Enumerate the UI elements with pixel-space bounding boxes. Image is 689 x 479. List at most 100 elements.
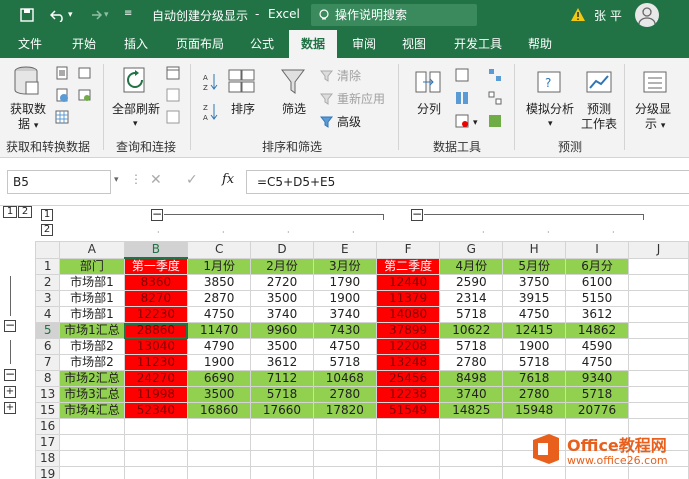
enter-icon[interactable]: ✓ bbox=[186, 172, 198, 188]
outline-level-2-button[interactable]: 2 bbox=[41, 224, 53, 236]
cell[interactable]: 3740 bbox=[439, 386, 504, 403]
cell[interactable]: 4790 bbox=[187, 338, 252, 355]
consolidate-icon[interactable] bbox=[488, 68, 502, 82]
cell[interactable]: 15948 bbox=[502, 402, 567, 419]
row-header[interactable]: 3 bbox=[34, 290, 61, 307]
cell[interactable]: 3740 bbox=[250, 306, 314, 323]
queries-icon[interactable] bbox=[166, 66, 180, 80]
tab-formulas[interactable]: 公式 bbox=[240, 30, 284, 58]
tab-data[interactable]: 数据 bbox=[289, 30, 337, 58]
cell[interactable]: 2780 bbox=[502, 386, 567, 403]
advanced-button[interactable]: 高级 bbox=[337, 115, 361, 129]
cell[interactable] bbox=[187, 450, 252, 467]
cell[interactable]: 37899 bbox=[375, 322, 441, 339]
cell[interactable] bbox=[187, 418, 252, 435]
search-input[interactable]: 操作说明搜索 bbox=[311, 4, 477, 26]
cell[interactable]: 12440 bbox=[375, 274, 441, 291]
cell[interactable]: 5150 bbox=[565, 290, 629, 307]
cell[interactable]: 2780 bbox=[312, 386, 377, 403]
cell[interactable] bbox=[627, 274, 689, 291]
cell[interactable] bbox=[59, 466, 125, 479]
row-header[interactable]: 1 bbox=[34, 257, 61, 275]
cell[interactable]: 5718 bbox=[502, 354, 567, 371]
expand-row-group-3[interactable]: + bbox=[4, 386, 16, 398]
cell[interactable]: 14825 bbox=[439, 402, 504, 419]
cell[interactable]: 9960 bbox=[250, 322, 314, 339]
cell[interactable]: 5718 bbox=[250, 386, 314, 403]
cell[interactable]: 11230 bbox=[123, 354, 189, 371]
cell[interactable]: 12230 bbox=[123, 306, 189, 323]
cell[interactable]: 市场部2 bbox=[59, 354, 125, 371]
cell[interactable]: 部门 bbox=[59, 257, 125, 275]
properties-icon[interactable] bbox=[166, 88, 180, 102]
cell[interactable]: 7618 bbox=[502, 370, 567, 387]
cell[interactable]: 市场部2 bbox=[59, 338, 125, 355]
save-icon[interactable] bbox=[20, 8, 34, 22]
sort-za-icon[interactable]: ZA bbox=[202, 102, 218, 122]
tab-help[interactable]: 帮助 bbox=[518, 30, 562, 58]
cell[interactable]: 24270 bbox=[123, 370, 189, 387]
expand-row-group-4[interactable]: + bbox=[4, 402, 16, 414]
cell[interactable]: 25456 bbox=[375, 370, 441, 387]
cell[interactable]: 市场部1 bbox=[59, 306, 125, 323]
cell[interactable] bbox=[59, 450, 125, 467]
advanced-filter-icon[interactable] bbox=[320, 115, 334, 129]
row-header[interactable]: 18 bbox=[34, 450, 61, 467]
cell[interactable]: 5718 bbox=[312, 354, 377, 371]
cell[interactable]: 6月分 bbox=[565, 257, 629, 275]
cell[interactable]: 1900 bbox=[502, 338, 567, 355]
outline-level-1-button[interactable]: 1 bbox=[41, 209, 53, 221]
redo-icon[interactable] bbox=[86, 8, 102, 22]
row-header[interactable]: 8 bbox=[34, 370, 61, 387]
cell[interactable]: 51549 bbox=[375, 402, 441, 419]
cell[interactable]: 1790 bbox=[312, 274, 377, 291]
row-header[interactable]: 16 bbox=[34, 418, 61, 435]
cell[interactable]: 10468 bbox=[312, 370, 377, 387]
row-header[interactable]: 2 bbox=[34, 274, 61, 291]
collapse-row-group-2[interactable]: − bbox=[4, 368, 16, 381]
avatar[interactable] bbox=[635, 3, 659, 27]
row-header[interactable]: 7 bbox=[34, 354, 61, 371]
cell[interactable]: 第一季度 bbox=[123, 257, 189, 275]
cell[interactable]: 14080 bbox=[375, 306, 441, 323]
cell[interactable]: 4月份 bbox=[439, 257, 504, 275]
cell[interactable]: 5718 bbox=[565, 386, 629, 403]
cell[interactable] bbox=[312, 450, 377, 467]
data-validation-icon[interactable] bbox=[455, 114, 469, 128]
collapse-column-group-1[interactable]: − bbox=[151, 208, 163, 221]
cell[interactable]: 2314 bbox=[439, 290, 504, 307]
cell[interactable]: 5718 bbox=[439, 338, 504, 355]
data-model-icon[interactable] bbox=[488, 114, 502, 128]
text-to-columns-button[interactable]: 分列 bbox=[417, 102, 441, 116]
cell[interactable] bbox=[439, 418, 504, 435]
row-level-2-button[interactable]: 2 bbox=[18, 206, 32, 218]
cell[interactable] bbox=[250, 450, 314, 467]
row-header[interactable]: 6 bbox=[34, 338, 61, 355]
formula-input[interactable]: =C5+D5+E5 bbox=[246, 170, 689, 194]
cell[interactable]: 市场4汇总 bbox=[59, 402, 125, 419]
cell[interactable]: 7430 bbox=[312, 322, 377, 339]
column-header-c[interactable]: C bbox=[187, 241, 252, 259]
cell[interactable]: 4750 bbox=[312, 338, 377, 355]
sort-az-icon[interactable]: AZ bbox=[202, 72, 218, 92]
cell[interactable] bbox=[627, 306, 689, 323]
column-header-d[interactable]: D bbox=[250, 241, 314, 259]
reapply-icon[interactable] bbox=[320, 92, 334, 106]
cell[interactable] bbox=[627, 257, 689, 275]
cell[interactable] bbox=[250, 418, 314, 435]
recent-sources-icon[interactable] bbox=[78, 66, 92, 80]
cell[interactable]: 52340 bbox=[123, 402, 189, 419]
cell[interactable]: 12415 bbox=[502, 322, 567, 339]
what-if-button[interactable]: 模拟分析 bbox=[526, 102, 574, 116]
cell[interactable]: 20776 bbox=[565, 402, 629, 419]
remove-duplicates-icon[interactable] bbox=[455, 91, 469, 105]
reapply-button[interactable]: 重新应用 bbox=[337, 92, 385, 106]
cell[interactable] bbox=[312, 418, 377, 435]
row-header[interactable]: 17 bbox=[34, 434, 61, 451]
cell[interactable]: 8360 bbox=[123, 274, 189, 291]
flash-fill-icon[interactable] bbox=[455, 68, 469, 82]
cell[interactable]: 5月份 bbox=[502, 257, 567, 275]
sort-button[interactable]: 排序 bbox=[231, 102, 255, 116]
tab-page-layout[interactable]: 页面布局 bbox=[166, 30, 234, 58]
cell[interactable]: 3500 bbox=[250, 290, 314, 307]
